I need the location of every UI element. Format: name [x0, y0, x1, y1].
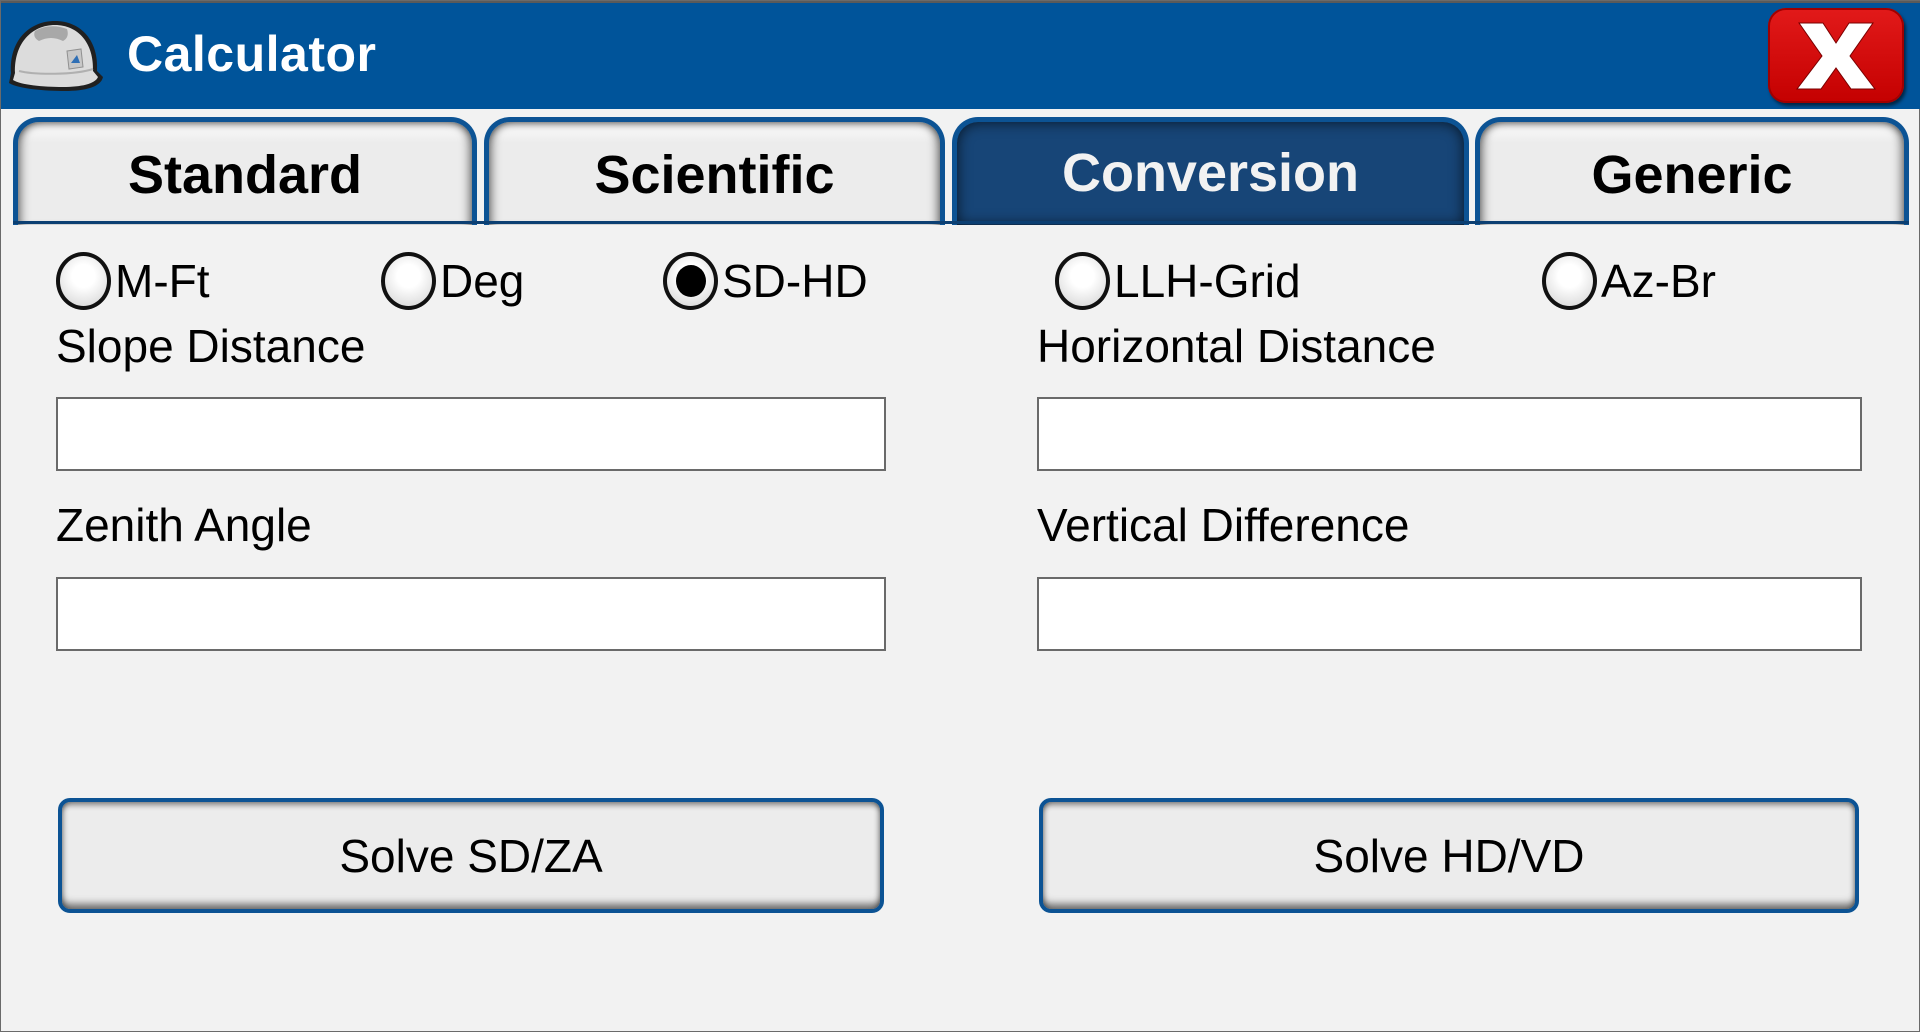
tab-divider — [13, 221, 1909, 224]
close-x-icon — [1795, 22, 1877, 89]
radio-button-icon[interactable] — [1055, 252, 1110, 310]
radio-label: LLH-Grid — [1114, 255, 1301, 307]
radio-label: Az-Br — [1601, 255, 1716, 307]
tab-standard[interactable]: Standard — [13, 117, 477, 225]
radio-m-ft[interactable]: M-Ft — [56, 251, 210, 311]
tab-generic[interactable]: Generic — [1475, 117, 1909, 225]
radio-sd-hd[interactable]: SD-HD — [663, 251, 868, 311]
radio-button-checked-icon[interactable] — [663, 252, 718, 310]
zenith-angle-input[interactable] — [56, 577, 886, 651]
radio-label: Deg — [440, 255, 525, 307]
radio-label: M-Ft — [115, 255, 210, 307]
horizontal-distance-input[interactable] — [1037, 397, 1862, 471]
radio-llh-grid[interactable]: LLH-Grid — [1055, 251, 1301, 311]
solve-sd-za-button[interactable]: Solve SD/ZA — [58, 798, 884, 913]
title-bar: Calculator — [1, 1, 1920, 109]
zenith-angle-label: Zenith Angle — [56, 499, 312, 551]
radio-deg[interactable]: Deg — [381, 251, 524, 311]
radio-button-icon[interactable] — [381, 252, 436, 310]
horizontal-distance-label: Horizontal Distance — [1037, 320, 1436, 372]
close-button[interactable] — [1768, 8, 1904, 103]
tab-bar: Standard Scientific Conversion Generic — [1, 113, 1920, 225]
tab-scientific[interactable]: Scientific — [484, 117, 945, 225]
radio-az-br[interactable]: Az-Br — [1542, 251, 1716, 311]
hard-hat-icon — [5, 11, 105, 99]
radio-button-icon[interactable] — [1542, 252, 1597, 310]
solve-hd-vd-button[interactable]: Solve HD/VD — [1039, 798, 1859, 913]
slope-distance-label: Slope Distance — [56, 320, 366, 372]
vertical-difference-label: Vertical Difference — [1037, 499, 1410, 551]
radio-button-icon[interactable] — [56, 252, 111, 310]
radio-label: SD-HD — [722, 255, 868, 307]
app-title: Calculator — [127, 26, 377, 82]
tab-conversion[interactable]: Conversion — [952, 117, 1469, 225]
vertical-difference-input[interactable] — [1037, 577, 1862, 651]
slope-distance-input[interactable] — [56, 397, 886, 471]
